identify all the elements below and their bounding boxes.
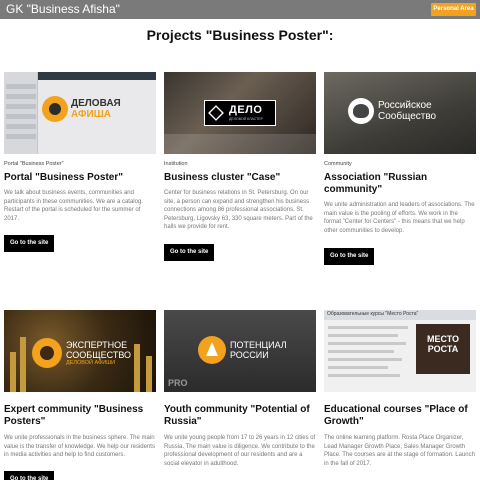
card-description: The online learning platform. Rosta Plac… xyxy=(324,435,475,467)
project-thumbnail[interactable]: ДЕЛО ДЕЛОВОЙ КЛАСТЕР xyxy=(164,72,316,154)
list-row xyxy=(6,114,36,119)
card-category: Portal "Business Poster" xyxy=(4,161,64,167)
statuette xyxy=(10,352,16,392)
business-afisha-logo-icon xyxy=(42,96,68,122)
delo-logo: ДЕЛО ДЕЛОВОЙ КЛАСТЕР xyxy=(204,100,276,126)
text-line xyxy=(328,334,398,337)
logo-subtitle: ДЕЛОВОЙ КЛАСТЕР xyxy=(229,117,263,121)
logo-text: ПОТЕНЦИАЛ РОССИИ xyxy=(230,340,287,360)
project-card-educational-courses: Образовательные курсы "Место Роста" МЕСТ… xyxy=(324,310,476,480)
project-thumbnail[interactable]: ДЕЛОВАЯ АФИША xyxy=(4,72,156,154)
logo-word: ДЕЛО xyxy=(229,104,263,116)
card-description: We unite administration and leaders of a… xyxy=(324,202,475,234)
project-card-case: ДЕЛО ДЕЛОВОЙ КЛАСТЕР Institution Busines… xyxy=(164,72,316,272)
delo-logo-icon xyxy=(208,105,224,121)
go-to-site-button[interactable]: Go to the site xyxy=(4,471,55,480)
top-bar: GK "Business Afisha" Personal Area xyxy=(0,0,480,19)
personal-area-button[interactable]: Personal Area xyxy=(431,3,476,16)
sidebar-panel xyxy=(4,72,38,154)
list-row xyxy=(6,84,36,89)
stage-text: PRO xyxy=(168,378,188,388)
community-emblem-icon xyxy=(348,98,374,124)
site-header-text: Образовательные курсы "Место Роста" xyxy=(327,311,419,317)
project-card-expert-community: ЭКСПЕРТНОЕ СООБЩЕСТВО ДЕЛОВОЙ АФИШИ Exper… xyxy=(4,310,156,480)
logo-text: Российское Сообщество xyxy=(378,100,437,122)
hall-image xyxy=(164,134,316,154)
project-thumbnail[interactable]: Образовательные курсы "Место Роста" МЕСТ… xyxy=(324,310,476,392)
list-row xyxy=(6,94,36,99)
project-card-youth-community: ПОТЕНЦИАЛ РОССИИ PRO Youth community "Pot… xyxy=(164,310,316,480)
logo-text: ЭКСПЕРТНОЕ СООБЩЕСТВО xyxy=(66,340,132,360)
text-line xyxy=(328,366,388,369)
project-thumbnail[interactable]: ПОТЕНЦИАЛ РОССИИ PRO xyxy=(164,310,316,392)
page-title: Projects "Business Poster": xyxy=(146,27,334,43)
badge-text: МЕСТО РОСТА xyxy=(426,334,460,354)
text-line xyxy=(328,326,408,329)
text-line xyxy=(328,374,400,377)
card-title[interactable]: Expert community "Business Posters" xyxy=(4,404,156,428)
text-line xyxy=(328,358,402,361)
card-description: Center for business relations in St. Pet… xyxy=(164,190,313,231)
project-card-russian-community: Российское Сообщество Community Associati… xyxy=(324,72,476,272)
text-line xyxy=(328,350,394,353)
card-category: Institution xyxy=(164,161,188,167)
list-row xyxy=(6,134,36,139)
statuette xyxy=(134,344,140,392)
list-row xyxy=(6,104,36,109)
expert-emblem-icon xyxy=(32,338,62,368)
statuette xyxy=(20,337,26,392)
card-title[interactable]: Youth community "Potential of Russia" xyxy=(164,404,316,428)
card-description: We talk about business events, communiti… xyxy=(4,190,143,222)
logo-text: ДЕЛОВАЯ АФИША xyxy=(71,98,121,120)
card-description: We unite professionals in the business s… xyxy=(4,435,155,459)
header-strip xyxy=(38,72,156,80)
card-description: We unite young people from 17 to 26 year… xyxy=(164,435,316,467)
statuette xyxy=(146,356,152,392)
go-to-site-button[interactable]: Go to the site xyxy=(4,235,55,252)
project-card-portal: ДЕЛОВАЯ АФИША Portal "Business Poster" Po… xyxy=(4,72,156,272)
card-title[interactable]: Educational courses "Place of Growth" xyxy=(324,404,476,428)
card-title[interactable]: Association "Russian community" xyxy=(324,172,476,196)
project-thumbnail[interactable]: Российское Сообщество xyxy=(324,72,476,154)
go-to-site-button[interactable]: Go to the site xyxy=(164,244,215,261)
text-line xyxy=(328,342,406,345)
potential-logo-icon xyxy=(198,336,226,364)
brand-title[interactable]: GK "Business Afisha" xyxy=(6,2,120,17)
project-thumbnail[interactable]: ЭКСПЕРТНОЕ СООБЩЕСТВО ДЕЛОВОЙ АФИШИ xyxy=(4,310,156,392)
card-title[interactable]: Portal "Business Poster" xyxy=(4,172,156,184)
card-category: Community xyxy=(324,161,352,167)
logo-subtitle: ДЕЛОВОЙ АФИШИ xyxy=(66,360,116,366)
go-to-site-button[interactable]: Go to the site xyxy=(324,248,375,265)
list-row xyxy=(6,124,36,129)
card-title[interactable]: Business cluster "Case" xyxy=(164,172,316,184)
